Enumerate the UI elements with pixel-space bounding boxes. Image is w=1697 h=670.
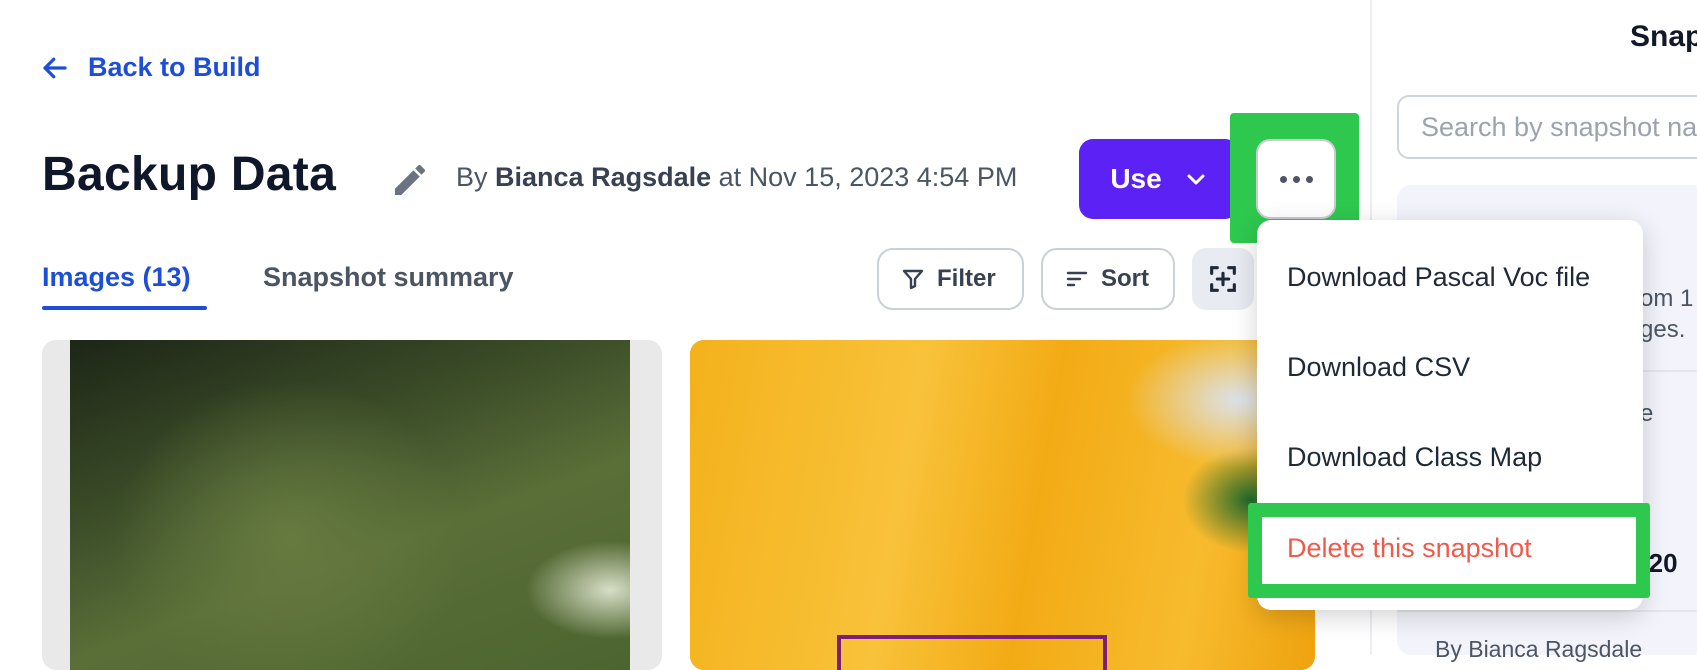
chevron-down-icon [1187,174,1205,185]
menu-item-download-pascal-voc[interactable]: Download Pascal Voc file [1287,262,1590,293]
image-thumbnail [70,340,630,670]
snapshot-detail-text: om 1 [1640,285,1694,312]
add-annotation-button[interactable] [1192,248,1254,310]
image-card[interactable] [42,340,662,670]
panel-title: Snap [1630,20,1697,53]
pencil-edit-icon[interactable] [390,160,430,200]
menu-item-download-csv[interactable]: Download CSV [1287,352,1470,383]
bounding-box [837,635,1107,670]
snapshot-byline: By Bianca Ragsdale at Nov 15, 2023 4:54 … [456,162,1018,192]
image-card[interactable] [690,340,1315,670]
sort-icon [1066,271,1088,287]
back-to-build-link[interactable]: Back to Build [40,52,261,83]
author-name: Bianca Ragsdale [495,162,712,192]
image-thumbnail [690,340,1315,670]
snapshot-detail-text: ges. [1640,316,1686,343]
tab-snapshot-summary[interactable]: Snapshot summary [263,262,514,293]
use-button[interactable]: Use [1079,139,1239,219]
snapshot-author: By Bianca Ragsdale [1435,636,1643,662]
filter-button[interactable]: Filter [877,248,1024,310]
snapshot-search-input[interactable]: Search by snapshot na [1397,95,1697,159]
arrow-left-icon [43,57,67,78]
page-title: Backup Data [42,148,337,201]
more-options-button[interactable] [1256,139,1336,219]
filter-icon [902,269,924,290]
divider [1397,610,1697,612]
add-box-icon [1210,266,1236,292]
menu-item-download-class-map[interactable]: Download Class Map [1287,442,1542,473]
active-tab-indicator [42,306,207,310]
sort-button[interactable]: Sort [1041,248,1175,310]
back-label: Back to Build [88,52,261,82]
menu-item-delete-snapshot[interactable]: Delete this snapshot [1287,533,1532,564]
tab-images[interactable]: Images (13) [42,262,191,293]
ellipsis-icon [1279,175,1287,183]
